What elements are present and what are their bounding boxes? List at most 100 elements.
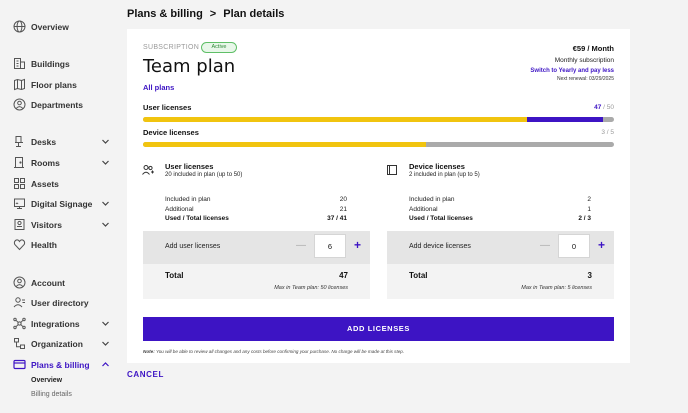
departments-icon [13, 98, 26, 111]
device-section-desc: 2 included in plan (up to 5) [409, 172, 480, 178]
card-icon [13, 358, 26, 371]
sidebar-item-label: Departments [31, 100, 83, 110]
device-decrement-button[interactable]: — [540, 240, 550, 251]
sidebar-subitem-overview[interactable]: Overview [31, 377, 62, 384]
map-icon [13, 78, 26, 91]
sidebar-item-label: User directory [31, 298, 89, 308]
visitors-icon [13, 218, 26, 231]
user-licenses-count: 47 / 50 [594, 104, 614, 111]
device-used-total-value: 2 / 3 [578, 215, 591, 222]
user-decrement-button[interactable]: — [296, 240, 306, 251]
device-licenses-icon [386, 164, 398, 176]
chevron-down-icon[interactable] [101, 339, 110, 348]
organization-icon [13, 337, 26, 350]
chevron-down-icon[interactable] [101, 137, 110, 146]
sidebar-item-visitors[interactable]: Visitors [0, 216, 118, 234]
user-increment-button[interactable]: + [354, 238, 361, 252]
breadcrumb-parent[interactable]: Plans & billing [127, 8, 203, 20]
sidebar-item-desks[interactable]: Desks [0, 133, 118, 151]
sidebar-item-label: Integrations [31, 319, 80, 329]
sidebar-item-label: Visitors [31, 220, 63, 230]
sidebar: Overview Buildings Floor plans Departmen… [0, 0, 120, 413]
device-licenses-bar-label: Device licenses [143, 128, 199, 137]
add-device-licenses-row: Add device licenses — + [387, 231, 614, 264]
sidebar-item-departments[interactable]: Departments [0, 96, 118, 114]
sidebar-item-label: Health [31, 240, 57, 250]
building-icon [13, 57, 26, 70]
sidebar-item-label: Assets [31, 179, 59, 189]
user-additional-segment [527, 117, 603, 122]
chevron-down-icon[interactable] [101, 220, 110, 229]
page-title: Plan details [223, 8, 285, 20]
device-total-value: 3 [587, 271, 592, 280]
device-included-value: 2 [587, 196, 591, 203]
sidebar-item-health[interactable]: Health [0, 236, 118, 254]
add-licenses-button[interactable]: ADD LICENSES [143, 317, 614, 341]
sidebar-item-account[interactable]: Account [0, 274, 118, 292]
sidebar-item-floor-plans[interactable]: Floor plans [0, 76, 118, 94]
user-section-title: User licenses [165, 162, 214, 171]
plan-title: Team plan [143, 56, 236, 77]
sidebar-item-label: Digital Signage [31, 199, 93, 209]
breadcrumb: Plans & billing > Plan details [127, 7, 284, 21]
user-additional-label: Additional [165, 206, 194, 213]
status-badge: Active [201, 42, 237, 53]
sidebar-item-label: Organization [31, 339, 83, 349]
device-increment-button[interactable]: + [598, 238, 605, 252]
device-used-total-label: Used / Total licenses [409, 215, 473, 222]
device-quantity-stepper[interactable] [558, 234, 590, 258]
chevron-down-icon[interactable] [101, 319, 110, 328]
user-directory-icon [13, 296, 26, 309]
chevron-down-icon[interactable] [101, 199, 110, 208]
note-label: Note: [143, 349, 155, 354]
sidebar-item-overview[interactable]: Overview [0, 18, 118, 36]
sidebar-item-rooms[interactable]: Rooms [0, 154, 118, 172]
sidebar-subitem-billing-details[interactable]: Billing details [31, 391, 72, 398]
switch-to-yearly-link[interactable]: Switch to Yearly and pay less [530, 68, 614, 74]
device-licenses-count: 3 / 5 [601, 129, 614, 136]
device-total-label: Total [409, 271, 428, 280]
add-user-licenses-row: Add user licenses — + [143, 231, 370, 264]
sidebar-item-label: Floor plans [31, 80, 77, 90]
sidebar-item-label: Overview [31, 22, 69, 32]
user-section-desc: 20 included in plan (up to 50) [165, 172, 243, 178]
user-quantity-stepper[interactable] [314, 234, 346, 258]
user-total-value: 47 [339, 271, 348, 280]
all-plans-link[interactable]: All plans [143, 83, 174, 92]
sidebar-item-plans-billing[interactable]: Plans & billing [0, 356, 118, 374]
breadcrumb-separator-icon: > [209, 8, 217, 20]
add-user-licenses-label: Add user licenses [165, 243, 221, 250]
billing-period: Monthly subscription [554, 57, 614, 64]
sidebar-item-assets[interactable]: Assets [0, 175, 118, 193]
sidebar-item-integrations[interactable]: Integrations [0, 315, 118, 333]
sidebar-item-user-directory[interactable]: User directory [0, 294, 118, 312]
desk-icon [13, 135, 26, 148]
sidebar-item-label: Desks [31, 137, 57, 147]
purchase-note: Note: You will be able to review all cha… [143, 349, 404, 354]
sidebar-item-buildings[interactable]: Buildings [0, 55, 118, 73]
user-licenses-total: 50 [606, 104, 614, 111]
cancel-button[interactable]: CANCEL [127, 370, 164, 379]
user-included-label: Included in plan [165, 196, 211, 203]
next-renewal: Next renewal: 03/29/2025 [557, 76, 614, 82]
plan-price: €59 / Month [572, 44, 614, 53]
sidebar-item-organization[interactable]: Organization [0, 335, 118, 353]
chevron-up-icon[interactable] [101, 360, 110, 369]
device-additional-label: Additional [409, 206, 438, 213]
user-licenses-progress-bar [143, 117, 614, 122]
sidebar-item-label: Plans & billing [31, 360, 90, 370]
user-max-note: Max in Team plan: 50 licenses [274, 285, 348, 291]
device-max-note: Max in Team plan: 5 licenses [521, 285, 592, 291]
note-text: You will be able to review all changes a… [154, 349, 405, 354]
signage-icon [13, 197, 26, 210]
user-licenses-bar-label: User licenses [143, 103, 192, 112]
subscription-label: SUBSCRIPTION [143, 44, 200, 51]
assets-icon [13, 177, 26, 190]
integrations-icon [13, 317, 26, 330]
device-total-row: Total 3 Max in Team plan: 5 licenses [387, 264, 614, 299]
sidebar-item-digital-signage[interactable]: Digital Signage [0, 195, 118, 213]
user-licenses-icon [142, 164, 154, 176]
sidebar-item-label: Account [31, 278, 65, 288]
plan-details-card: SUBSCRIPTION Active Team plan All plans … [127, 29, 630, 363]
chevron-down-icon[interactable] [101, 158, 110, 167]
